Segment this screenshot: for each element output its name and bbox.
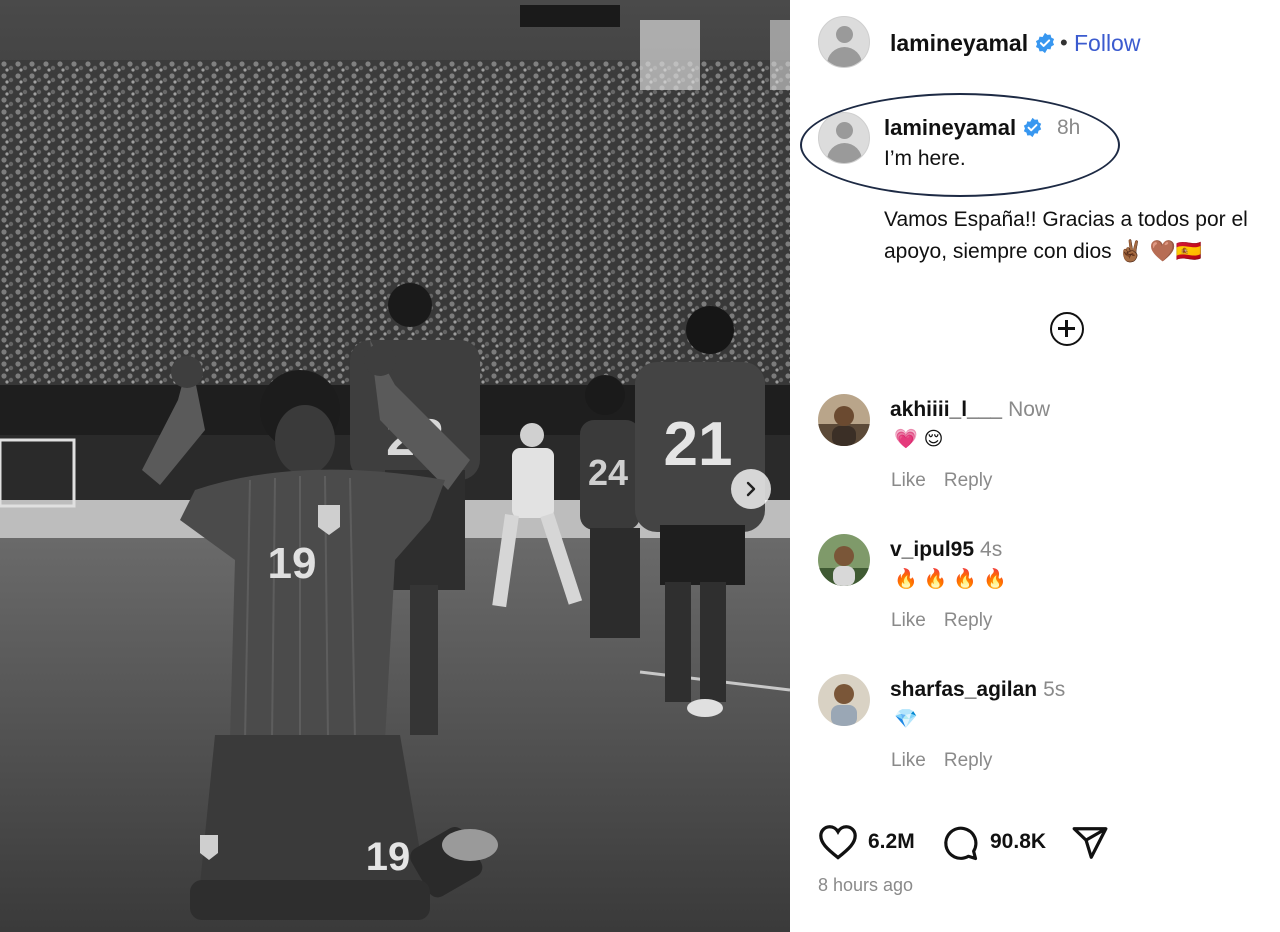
like-count: 6.2M xyxy=(868,830,915,853)
comment-actions: Like Reply xyxy=(891,750,1010,772)
comment-time: 4s xyxy=(980,538,1003,561)
post-image: 22 24 21 xyxy=(0,0,790,932)
caption-username[interactable]: lamineyamal xyxy=(884,115,1016,140)
comment-username[interactable]: sharfas_agilan xyxy=(890,678,1037,701)
jersey-number-21: 21 xyxy=(664,410,733,479)
comment-item: v_ipul95 4s 🔥🔥🔥🔥 Like Reply xyxy=(790,534,1280,664)
comment-actions: Like Reply xyxy=(891,610,1010,632)
shorts-number-19: 19 xyxy=(366,835,411,879)
comment-reply-button[interactable]: Reply xyxy=(944,470,993,491)
caption-avatar[interactable] xyxy=(818,112,870,164)
comment-text: 💗😌 xyxy=(894,429,950,450)
comment-item: sharfas_agilan 5s 💎 Like Reply xyxy=(790,674,1280,804)
comment-user-row[interactable]: sharfas_agilan 5s xyxy=(890,678,1065,702)
jersey-number-24: 24 xyxy=(588,452,628,493)
comment-like-button[interactable]: Like xyxy=(891,750,926,771)
caption-username-row[interactable]: lamineyamal xyxy=(884,115,1043,141)
chevron-right-icon xyxy=(746,481,756,497)
comment-user-row[interactable]: v_ipul95 4s xyxy=(890,538,1002,562)
post-timestamp: 8 hours ago xyxy=(818,875,914,895)
author-username[interactable]: lamineyamal xyxy=(890,30,1028,56)
author-avatar[interactable] xyxy=(818,16,870,68)
comment-like-button[interactable]: Like xyxy=(891,470,926,491)
follow-button[interactable]: Follow xyxy=(1074,30,1140,57)
load-more-comments-button[interactable] xyxy=(1050,312,1084,346)
verified-badge-icon xyxy=(1036,32,1055,54)
post-photo: 22 24 21 xyxy=(0,0,790,932)
comment-reply-button[interactable]: Reply xyxy=(944,610,993,631)
next-image-button[interactable] xyxy=(731,469,771,509)
comment-user-row[interactable]: akhiiii_l___ Now xyxy=(890,398,1050,422)
comment-count: 90.8K xyxy=(990,830,1047,853)
share-button[interactable] xyxy=(1070,824,1110,867)
jersey-number-19: 19 xyxy=(268,539,317,588)
caption-reply-text: I’m here. xyxy=(884,147,966,170)
commenter-avatar[interactable] xyxy=(818,674,870,726)
comment-text: 💎 xyxy=(894,709,924,730)
comment-button[interactable] xyxy=(940,824,980,867)
caption-timestamp: 8h xyxy=(1057,116,1081,139)
commenter-avatar[interactable] xyxy=(818,394,870,446)
comment-username[interactable]: akhiiii_l___ xyxy=(890,398,1002,421)
caption-body: Vamos España!! Gracias a todos por el ap… xyxy=(884,208,1248,263)
comment-actions: Like Reply xyxy=(891,470,1010,492)
comment-username[interactable]: v_ipul95 xyxy=(890,538,974,561)
comment-time: Now xyxy=(1008,398,1051,421)
comment-item: akhiiii_l___ Now 💗😌 Like Reply xyxy=(790,394,1280,524)
heart-icon xyxy=(819,825,857,860)
verified-badge-icon xyxy=(1023,117,1042,138)
comment-text: 🔥🔥🔥🔥 xyxy=(894,569,1013,590)
commenter-avatar[interactable] xyxy=(818,534,870,586)
share-paper-plane-icon xyxy=(1072,827,1108,859)
header-separator: • xyxy=(1060,30,1068,55)
like-button[interactable] xyxy=(818,824,858,865)
comment-like-button[interactable]: Like xyxy=(891,610,926,631)
author-username-row[interactable]: lamineyamal xyxy=(890,30,1056,57)
comment-bubble-icon xyxy=(944,826,978,861)
post-side-panel: lamineyamal • Follow lamineyamal 8h I’m … xyxy=(790,0,1280,932)
comment-time: 5s xyxy=(1043,678,1066,701)
comment-reply-button[interactable]: Reply xyxy=(944,750,993,771)
